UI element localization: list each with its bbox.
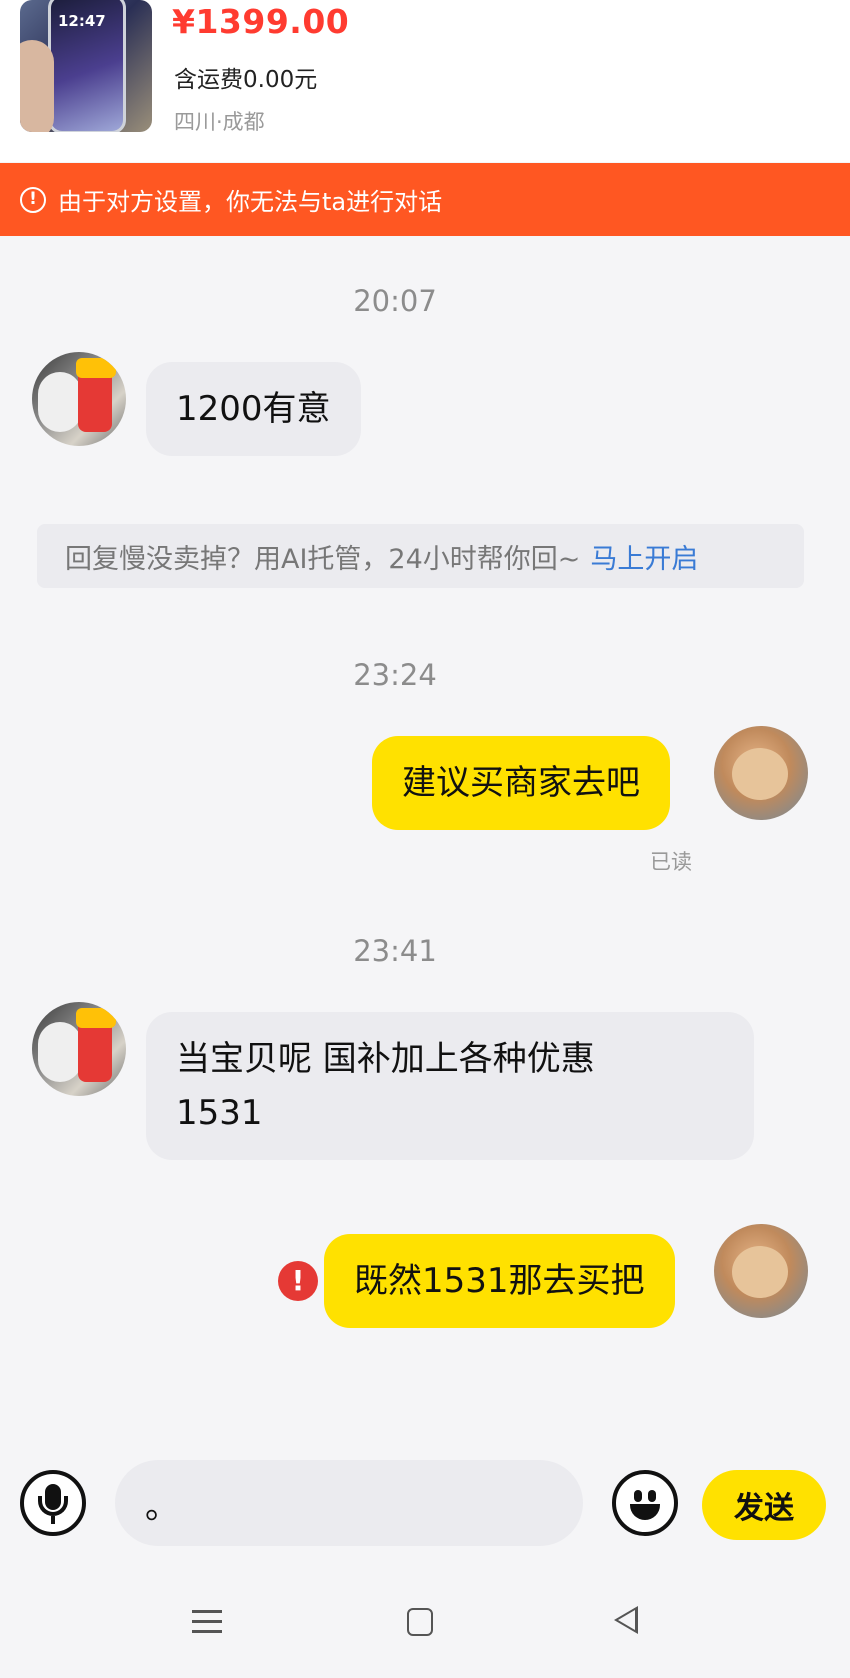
message-line: 当宝贝呢 国补加上各种优惠 bbox=[176, 1039, 595, 1079]
phone-screen-time: 12:47 bbox=[58, 12, 106, 30]
my-avatar[interactable] bbox=[714, 1224, 808, 1318]
send-failed-icon[interactable]: ! bbox=[278, 1261, 318, 1301]
emoji-button[interactable] bbox=[612, 1470, 678, 1536]
dog-toy-image bbox=[38, 372, 82, 432]
product-price: ¥1399.00 bbox=[172, 2, 350, 41]
product-card[interactable]: 12:47 ¥1399.00 含运费0.00元 四川·成都 bbox=[0, 0, 850, 162]
smiley-icon-eye bbox=[648, 1490, 656, 1502]
message-input-bar: 发送 bbox=[0, 1440, 850, 1570]
cat-image bbox=[732, 748, 788, 800]
message-input[interactable] bbox=[115, 1460, 583, 1546]
message-line: 1531 bbox=[176, 1093, 263, 1133]
cat-image bbox=[732, 1246, 788, 1298]
other-user-avatar[interactable] bbox=[32, 1002, 126, 1096]
smiley-icon-mouth bbox=[630, 1504, 660, 1520]
dog-toy-image bbox=[38, 1022, 82, 1082]
restriction-text: 由于对方设置，你无法与ta进行对话 bbox=[58, 188, 443, 216]
message-timestamp: 20:07 bbox=[353, 284, 437, 318]
hand-image bbox=[20, 40, 54, 132]
product-thumbnail[interactable]: 12:47 bbox=[20, 0, 152, 132]
system-navigation-bar bbox=[0, 1580, 850, 1678]
home-icon[interactable] bbox=[407, 1608, 433, 1636]
read-status: 已读 bbox=[650, 850, 692, 874]
other-user-avatar[interactable] bbox=[32, 352, 126, 446]
back-icon-inner bbox=[618, 1610, 635, 1630]
send-button[interactable]: 发送 bbox=[702, 1470, 826, 1540]
chat-screen: 12:47 ¥1399.00 含运费0.00元 四川·成都 ! 由于对方设置，你… bbox=[0, 0, 850, 1678]
shipping-fee: 含运费0.00元 bbox=[174, 67, 318, 93]
robot-toy-head bbox=[76, 1008, 116, 1028]
message-timestamp: 23:24 bbox=[353, 658, 437, 692]
microphone-arc bbox=[38, 1496, 68, 1516]
menu-icon[interactable] bbox=[192, 1610, 222, 1634]
message-bubble-outgoing[interactable]: 既然1531那去买把 bbox=[324, 1234, 675, 1328]
enable-ai-link[interactable]: 马上开启 bbox=[590, 537, 698, 576]
smiley-icon-eye bbox=[634, 1490, 642, 1502]
message-bubble-incoming[interactable]: 当宝贝呢 国补加上各种优惠 1531 bbox=[146, 1012, 754, 1160]
my-avatar[interactable] bbox=[714, 726, 808, 820]
warning-icon: ! bbox=[20, 186, 46, 213]
voice-input-button[interactable] bbox=[20, 1470, 86, 1536]
robot-toy-head bbox=[76, 358, 116, 378]
message-bubble-incoming[interactable]: 1200有意 bbox=[146, 362, 361, 456]
ai-tip-text: 回复慢没卖掉？用AI托管，24小时帮你回~ bbox=[65, 543, 581, 575]
seller-location: 四川·成都 bbox=[174, 110, 265, 134]
restriction-banner: ! 由于对方设置，你无法与ta进行对话 bbox=[0, 163, 850, 236]
ai-hosting-tip: 回复慢没卖掉？用AI托管，24小时帮你回~ 马上开启 bbox=[37, 524, 804, 588]
microphone-stem bbox=[51, 1516, 55, 1524]
message-timestamp: 23:41 bbox=[353, 934, 437, 968]
message-bubble-outgoing[interactable]: 建议买商家去吧 bbox=[372, 736, 670, 830]
